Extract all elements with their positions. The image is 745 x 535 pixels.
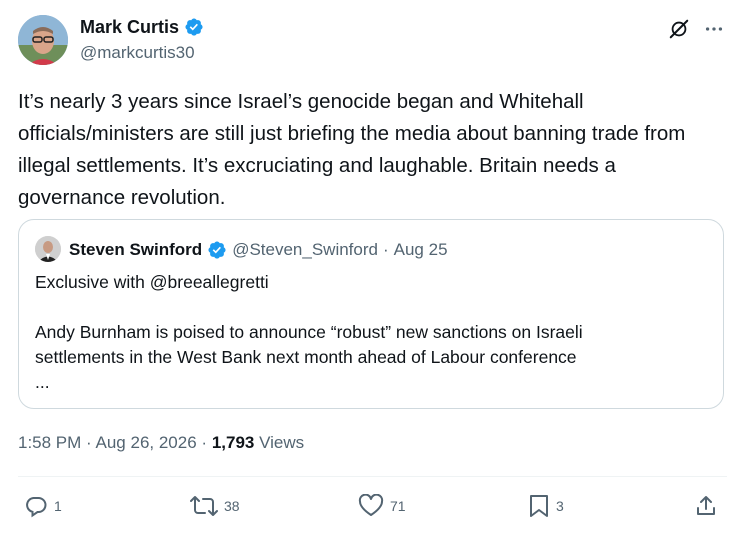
more-icon[interactable]	[703, 18, 725, 40]
retweet-button[interactable]: 38	[190, 492, 240, 520]
meta-separator: ·	[201, 433, 208, 452]
author-name-row[interactable]: Mark Curtis	[80, 16, 204, 38]
tweet-date[interactable]: Aug 26, 2026	[96, 433, 197, 452]
author-avatar[interactable]	[18, 15, 68, 65]
quoted-text-line: Andy Burnham is poised to announce “robu…	[35, 322, 583, 342]
author-name[interactable]: Mark Curtis	[80, 16, 179, 38]
meta-separator: ·	[86, 433, 92, 452]
retweet-count: 38	[224, 498, 240, 514]
quoted-author-name[interactable]: Steven Swinford	[69, 239, 202, 261]
bookmark-count: 3	[556, 498, 564, 514]
verified-badge-icon	[185, 18, 203, 36]
like-count: 71	[390, 498, 406, 514]
quoted-date[interactable]: Aug 25	[394, 239, 448, 261]
verified-badge-icon	[208, 241, 226, 259]
reply-icon	[26, 497, 47, 518]
quoted-header: Steven Swinford @Steven_Swinford · Aug 2…	[69, 239, 448, 261]
tweet-time[interactable]: 1:58 PM	[18, 433, 81, 452]
divider	[18, 476, 727, 477]
views-label: Views	[259, 433, 305, 452]
quoted-text-line: ...	[35, 372, 50, 392]
reply-button[interactable]: 1	[24, 492, 62, 520]
bookmark-button[interactable]: 3	[528, 492, 564, 520]
quoted-avatar[interactable]	[35, 236, 61, 262]
like-icon	[358, 494, 384, 516]
quoted-separator: ·	[382, 240, 389, 259]
tweet-meta: 1:58 PM · Aug 26, 2026 · 1,793 Views	[18, 432, 304, 454]
share-icon	[697, 496, 715, 515]
author-handle[interactable]: @markcurtis30	[80, 42, 195, 64]
quoted-text-line: Exclusive with @breeallegretti	[35, 272, 269, 292]
grok-icon[interactable]	[668, 18, 690, 40]
like-button[interactable]: 71	[358, 492, 406, 520]
quoted-tweet[interactable]: Steven Swinford @Steven_Swinford · Aug 2…	[18, 219, 724, 409]
bookmark-icon	[530, 495, 548, 517]
retweet-icon	[190, 496, 218, 516]
tweet-text: It’s nearly 3 years since Israel’s genoc…	[18, 90, 686, 209]
share-button[interactable]	[694, 492, 718, 520]
reply-count: 1	[54, 498, 62, 514]
quoted-text-line: settlements in the West Bank next month …	[35, 347, 577, 367]
views-count: 1,793	[211, 433, 255, 452]
quoted-author-handle[interactable]: @Steven_Swinford	[232, 239, 378, 261]
